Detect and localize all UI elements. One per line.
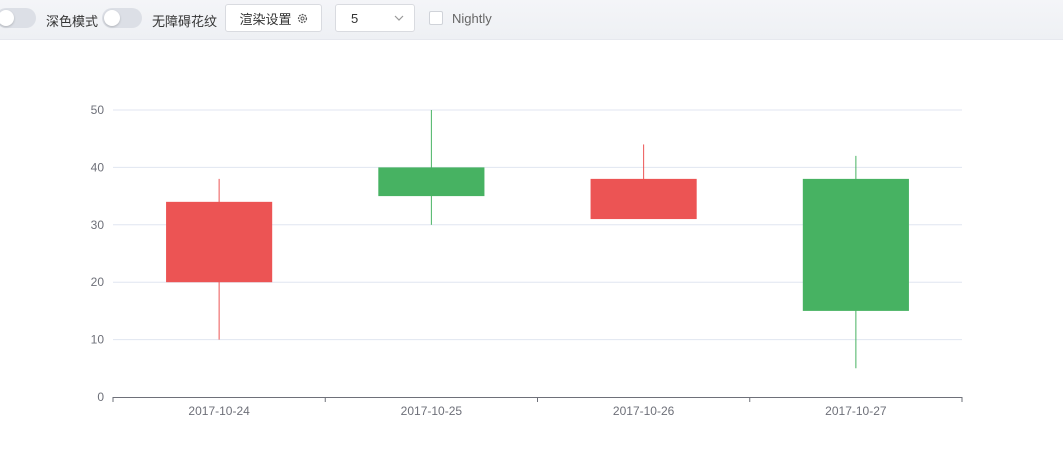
y-tick-label: 0 [97,390,104,404]
x-tick-label: 2017-10-24 [188,404,250,418]
candle-body [166,201,273,283]
candle-body [378,167,485,197]
render-settings-label: 渲染设置 [239,11,292,27]
candlestick-chart: 0 10 20 30 40 50 2017-10-24 2017-10-25 2017-10-2… [91,103,963,418]
y-tick-label: 40 [91,160,105,174]
aria-pattern-toggle[interactable] [102,8,142,28]
x-tick-label: 2017-10-27 [825,404,887,418]
candles [166,110,909,369]
y-tick-label: 30 [91,218,105,232]
candle-body [590,178,697,220]
nightly-checkbox[interactable] [429,11,443,25]
gear-icon [297,13,307,23]
toolbar: 深色模式 无障碍花纹 渲染设置 5 Nightly [0,0,1063,40]
count-select[interactable]: 5 [335,4,415,32]
y-tick-label: 10 [91,333,105,347]
x-tick-label: 2017-10-26 [613,404,675,418]
nightly-label: Nightly [452,11,492,26]
chevron-down-icon [394,15,404,21]
dark-mode-label: 深色模式 [46,14,99,29]
aria-pattern-label: 无障碍花纹 [152,14,218,29]
y-tick-label: 20 [91,275,105,289]
count-select-value: 5 [351,11,359,26]
toggle-knob [0,10,14,26]
x-tick-label: 2017-10-25 [401,404,463,418]
dark-mode-toggle[interactable] [0,8,36,28]
render-settings-button[interactable]: 渲染设置 [225,4,322,32]
y-tick-label: 50 [91,103,105,117]
candle-body [802,178,909,311]
toggle-knob [104,10,120,26]
